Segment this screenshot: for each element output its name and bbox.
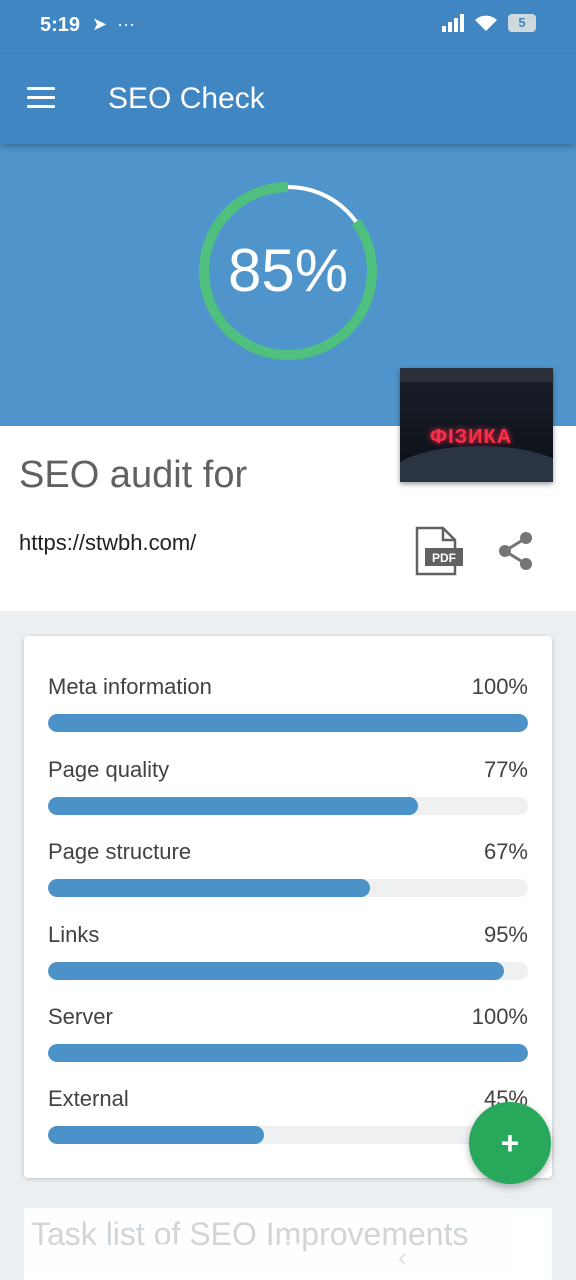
status-right-icons: 5 [442, 14, 536, 32]
category-scores-card: Meta information 100% Page quality 77% P… [24, 636, 552, 1178]
back-button[interactable]: ‹ [398, 1242, 407, 1273]
score-track [48, 797, 528, 815]
score-fill [48, 1126, 264, 1144]
score-track [48, 714, 528, 732]
score-track [48, 962, 528, 980]
share-icon[interactable] [496, 530, 536, 572]
status-time: 5:19 [40, 14, 81, 36]
site-thumbnail[interactable]: ФІЗИКА [400, 368, 553, 482]
score-track [48, 1044, 528, 1062]
score-row-links: Links 95% [48, 922, 528, 992]
status-left-icons: ➤ ··· [92, 14, 135, 35]
thumbnail-header [400, 368, 553, 382]
score-label: Server [48, 1004, 113, 1029]
audit-heading: SEO audit for [19, 454, 248, 496]
audit-url[interactable]: https://stwbh.com/ [19, 530, 196, 556]
score-label: Meta information [48, 674, 212, 699]
more-icon: ··· [112, 14, 136, 34]
app-bar: SEO Check [0, 54, 576, 144]
score-row-meta: Meta information 100% [48, 674, 528, 744]
battery-icon: 5 [508, 14, 536, 32]
score-value: 100% [471, 674, 528, 699]
thumbnail-text: ФІЗИКА [430, 426, 513, 448]
score-row-page-structure: Page structure 67% [48, 839, 528, 909]
status-bar: 5:19 ➤ ··· 5 [0, 0, 576, 54]
score-row-server: Server 100% [48, 1004, 528, 1074]
pdf-icon[interactable]: PDF [413, 526, 465, 576]
telegram-icon: ➤ [92, 14, 108, 34]
menu-icon[interactable] [27, 87, 57, 111]
wifi-icon [475, 15, 497, 31]
signal-icon [442, 14, 464, 32]
app-title: SEO Check [108, 82, 265, 115]
score-track [48, 1126, 528, 1144]
score-fill [48, 879, 370, 897]
score-fill [48, 797, 418, 815]
score-percentage: 85% [227, 237, 349, 304]
score-value: 95% [483, 922, 528, 947]
thumbnail-hill [400, 446, 553, 482]
add-fab-button[interactable]: + [469, 1102, 551, 1184]
home-button[interactable] [274, 1240, 304, 1270]
score-fill [48, 714, 528, 732]
system-nav-bar: ‹ [0, 1232, 576, 1280]
score-fill [48, 1044, 528, 1062]
recents-button[interactable] [156, 1244, 182, 1270]
score-value: 77% [483, 757, 528, 782]
score-track [48, 879, 528, 897]
score-label: External [48, 1086, 129, 1111]
score-row-external: External 45% [48, 1086, 528, 1156]
score-label: Links [48, 922, 100, 947]
score-row-page-quality: Page quality 77% [48, 757, 528, 827]
score-label: Page quality [48, 757, 170, 782]
score-label: Page structure [48, 839, 192, 864]
score-value: 100% [471, 1004, 528, 1029]
pdf-label: PDF [432, 551, 456, 565]
score-value: 67% [483, 839, 528, 864]
score-fill [48, 962, 504, 980]
